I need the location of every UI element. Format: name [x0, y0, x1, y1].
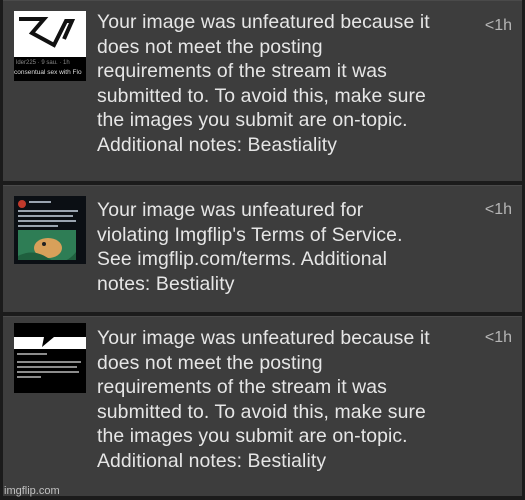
cartoon-image-icon: [18, 230, 76, 260]
message-line: notes: Bestiality: [97, 272, 235, 295]
text-placeholder: [18, 210, 78, 212]
notification-time: <1h: [484, 201, 512, 218]
meme-thumbnail[interactable]: [14, 196, 86, 264]
avatar: [18, 200, 26, 208]
notification-item[interactable]: lder225 · 9 sau. · 1h consentual sex wit…: [3, 0, 522, 181]
message-line: the images you submit are on-topic.: [97, 109, 408, 132]
message-line: violating Imgflip's Terms of Service.: [97, 223, 403, 246]
notification-message: Your image was unfeatured because it doe…: [97, 326, 475, 474]
text-placeholder: [17, 371, 79, 373]
thumbnail-image: [14, 11, 86, 57]
text-placeholder: [17, 353, 47, 355]
message-line: submitted to. To avoid this, make sure: [97, 400, 426, 423]
message-line: does not meet the posting: [97, 351, 323, 374]
speech-shape-icon: [14, 323, 86, 347]
message-line: Your image was unfeatured because it: [97, 11, 430, 33]
notification-item[interactable]: Your image was unfeatured because it doe…: [3, 316, 522, 496]
notification-time: <1h: [484, 329, 512, 346]
thumbnail-caption: consentual sex with Flo: [14, 69, 82, 76]
message-line: requirements of the stream it was: [97, 376, 387, 399]
text-placeholder: [18, 225, 58, 227]
message-line: Your image was unfeatured for: [97, 199, 364, 221]
notification-message: Your image was unfeatured for violating …: [97, 198, 475, 296]
text-placeholder: [18, 215, 73, 217]
message-line: requirements of the stream it was: [97, 60, 387, 83]
text-placeholder: [17, 376, 41, 378]
notification-time: <1h: [484, 17, 512, 34]
notification-message: Your image was unfeatured because it doe…: [97, 10, 475, 158]
message-line: See imgflip.com/terms. Additional: [97, 248, 387, 271]
text-placeholder: [29, 201, 51, 203]
meme-thumbnail[interactable]: lder225 · 9 sau. · 1h consentual sex wit…: [14, 11, 86, 81]
text-placeholder: [17, 361, 81, 363]
watermark: imgflip.com: [4, 485, 60, 497]
scribble-icon: [19, 17, 76, 48]
message-line: Additional notes: Beastiality: [97, 133, 338, 156]
notification-item[interactable]: Your image was unfeatured for violating …: [3, 185, 522, 312]
message-line: Your image was unfeatured because it: [97, 327, 430, 349]
message-line: the images you submit are on-topic.: [97, 425, 408, 448]
meme-thumbnail[interactable]: [14, 323, 86, 393]
message-line: submitted to. To avoid this, make sure: [97, 84, 426, 107]
thumbnail-image: [18, 230, 76, 260]
thumbnail-image: [14, 323, 86, 349]
message-line: Additional notes: Bestiality: [97, 449, 327, 472]
text-placeholder: [18, 220, 76, 222]
notification-list: lder225 · 9 sau. · 1h consentual sex wit…: [0, 0, 525, 500]
thumbnail-caption: lder225 · 9 sau. · 1h: [16, 60, 70, 66]
text-placeholder: [17, 366, 77, 368]
message-line: does not meet the posting: [97, 35, 323, 58]
